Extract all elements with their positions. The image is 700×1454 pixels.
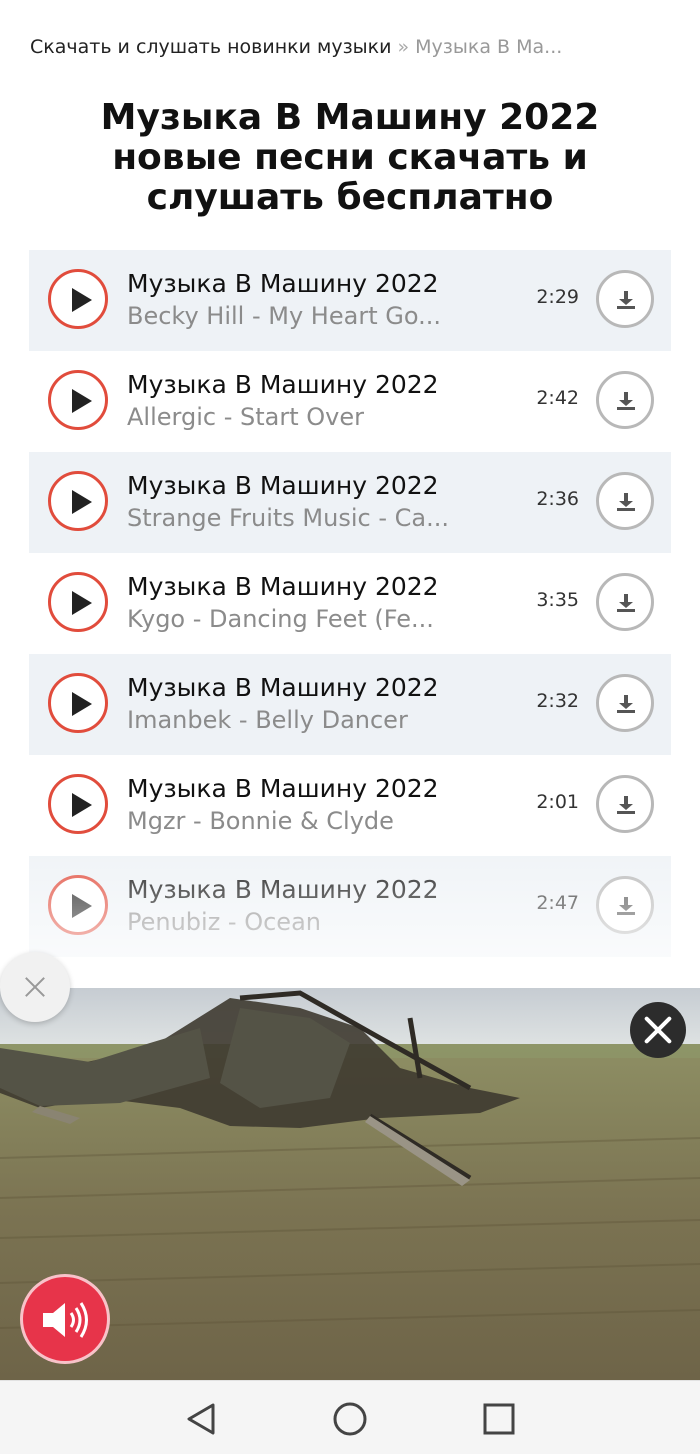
track-title: Музыка В Машину 2022 (127, 875, 439, 904)
track-row[interactable]: Музыка В Машину 2022 Becky Hill - My Hear… (29, 250, 671, 351)
track-artist: Becky Hill - My Heart Go... (127, 302, 441, 330)
track-title: Музыка В Машину 2022 (127, 572, 439, 601)
download-button[interactable] (596, 472, 654, 530)
track-title: Музыка В Машину 2022 (127, 269, 439, 298)
track-info: Музыка В Машину 2022 Kygo - Dancing Feet … (127, 571, 489, 635)
play-button[interactable] (48, 471, 108, 531)
track-duration: 2:36 (536, 488, 579, 510)
download-button[interactable] (596, 573, 654, 631)
play-button[interactable] (48, 572, 108, 632)
track-title: Музыка В Машину 2022 (127, 471, 439, 500)
play-icon (72, 591, 92, 615)
download-button[interactable] (596, 775, 654, 833)
track-artist: Strange Fruits Music - Ca... (127, 504, 449, 532)
play-button[interactable] (48, 875, 108, 935)
track-info: Музыка В Машину 2022 Mgzr - Bonnie & Clyd… (127, 773, 489, 837)
play-icon (72, 389, 92, 413)
download-button[interactable] (596, 371, 654, 429)
track-title: Музыка В Машину 2022 (127, 673, 439, 702)
track-artist: Penubiz - Ocean (127, 908, 321, 936)
track-list: Музыка В Машину 2022 Becky Hill - My Hear… (29, 250, 671, 957)
ad-dismiss-button[interactable] (0, 952, 70, 1022)
download-icon (617, 392, 635, 410)
track-duration: 2:47 (536, 892, 579, 914)
track-info: Музыка В Машину 2022 Strange Fruits Music… (127, 470, 489, 534)
breadcrumb-current: Музыка В Ма... (415, 36, 563, 58)
download-button[interactable] (596, 270, 654, 328)
track-row[interactable]: Музыка В Машину 2022 Mgzr - Bonnie & Clyd… (29, 755, 671, 856)
android-nav-bar (0, 1380, 700, 1454)
play-icon (72, 288, 92, 312)
track-info: Музыка В Машину 2022 Allergic - Start Ove… (127, 369, 489, 433)
track-artist: Mgzr - Bonnie & Clyde (127, 807, 394, 835)
track-duration: 2:29 (536, 286, 579, 308)
track-duration: 3:35 (536, 589, 579, 611)
track-duration: 2:32 (536, 690, 579, 712)
play-icon (72, 490, 92, 514)
nav-recents-icon[interactable] (479, 1399, 519, 1439)
track-title: Музыка В Машину 2022 (127, 774, 439, 803)
track-row[interactable]: Музыка В Машину 2022 Kygo - Dancing Feet … (29, 553, 671, 654)
download-icon (617, 493, 635, 511)
breadcrumb-separator: » (397, 36, 410, 58)
download-icon (617, 796, 635, 814)
download-icon (617, 291, 635, 309)
play-button[interactable] (48, 269, 108, 329)
ad-close-button[interactable] (630, 1002, 686, 1058)
track-artist: Allergic - Start Over (127, 403, 364, 431)
track-info: Музыка В Машину 2022 Imanbek - Belly Danc… (127, 672, 489, 736)
track-title: Музыка В Машину 2022 (127, 370, 439, 399)
speaker-icon (43, 1302, 88, 1338)
track-artist: Kygo - Dancing Feet (Fe... (127, 605, 434, 633)
page-title: Музыка В Машину 2022 новые песни скачать… (100, 97, 600, 218)
play-button[interactable] (48, 370, 108, 430)
track-artist: Imanbek - Belly Dancer (127, 706, 408, 734)
play-icon (72, 793, 92, 817)
nav-back-icon[interactable] (181, 1399, 221, 1439)
nav-home-icon[interactable] (330, 1399, 370, 1439)
sound-toggle-button[interactable] (20, 1274, 110, 1364)
play-icon (72, 692, 92, 716)
download-icon (617, 594, 635, 612)
download-button[interactable] (596, 674, 654, 732)
breadcrumb-home-link[interactable]: Скачать и слушать новинки музыки (30, 36, 392, 58)
track-row[interactable]: Музыка В Машину 2022 Penubiz - Ocean 2:47 (29, 856, 671, 957)
track-row[interactable]: Музыка В Машину 2022 Strange Fruits Music… (29, 452, 671, 553)
track-duration: 2:01 (536, 791, 579, 813)
track-info: Музыка В Машину 2022 Becky Hill - My Hear… (127, 268, 489, 332)
download-icon (617, 897, 635, 915)
track-row[interactable]: Музыка В Машину 2022 Imanbek - Belly Danc… (29, 654, 671, 755)
play-icon (72, 894, 92, 918)
track-duration: 2:42 (536, 387, 579, 409)
breadcrumb: Скачать и слушать новинки музыки» Музыка … (30, 36, 670, 58)
download-button[interactable] (596, 876, 654, 934)
play-button[interactable] (48, 774, 108, 834)
download-icon (617, 695, 635, 713)
track-row[interactable]: Музыка В Машину 2022 Allergic - Start Ove… (29, 351, 671, 452)
play-button[interactable] (48, 673, 108, 733)
track-info: Музыка В Машину 2022 Penubiz - Ocean (127, 874, 489, 938)
